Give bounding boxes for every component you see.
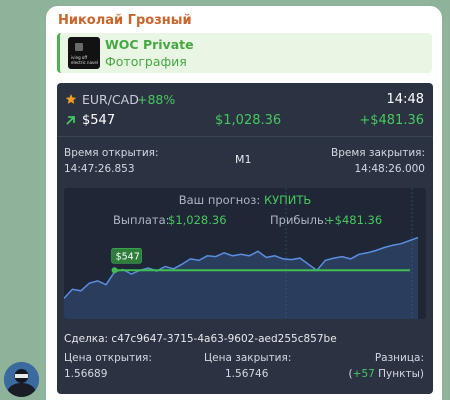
arrow-up-right-icon <box>66 116 75 125</box>
reply-thumbnail: iving off electric navel <box>68 37 100 69</box>
deal-id[interactable]: c47c9647-3715-4a63-9602-aed255c857be <box>111 333 336 345</box>
timeframe: M1 <box>235 153 252 166</box>
open-price-label: Цена открытия: <box>64 352 152 364</box>
chart-canvas: $547 <box>64 188 419 319</box>
reply-preview[interactable]: iving off electric navel WOC Private Фото… <box>57 33 432 73</box>
difference-value: (+57 Пункты) <box>349 368 424 380</box>
reply-title: WOC Private <box>105 37 194 52</box>
sender-name[interactable]: Николай Грозный <box>58 13 192 28</box>
divider <box>57 136 433 137</box>
reply-subtitle: Фотография <box>105 54 187 69</box>
close-price-label: Цена закрытия: <box>204 352 292 364</box>
price-chart: $547 Ваш прогноз: КУПИТЬ Выплата: $1,028… <box>64 188 426 319</box>
entry-marker-label: $547 <box>116 251 140 262</box>
open-time-value: 14:47:26.853 <box>64 163 135 175</box>
deal-label: Сделка: <box>64 333 109 345</box>
star-icon <box>65 94 77 104</box>
thumb-caption: iving off electric navel <box>71 55 98 65</box>
payout-label: Выплата: <box>113 213 170 227</box>
stake-amount: $547 <box>82 113 116 128</box>
forecast: Ваш прогноз: КУПИТЬ <box>64 193 426 207</box>
profit-label: Прибыль: <box>270 213 328 227</box>
difference-suffix: Пункты) <box>374 368 424 380</box>
deal-row: Сделка: c47c9647-3715-4a63-9602-aed255c8… <box>64 333 337 345</box>
trade-time: 14:48 <box>386 92 424 107</box>
close-time-value: 14:48:26.000 <box>354 163 425 175</box>
profit-value: +$481.36 <box>325 213 383 227</box>
pair-payout-percent: +88% <box>137 92 176 107</box>
thumb-glyph-icon <box>75 43 83 51</box>
profit-amount: +$481.36 <box>359 113 424 128</box>
forecast-value: КУПИТЬ <box>263 193 312 207</box>
avatar[interactable] <box>4 362 39 397</box>
close-time-label: Время закрытия: <box>330 147 425 159</box>
difference-label: Разница: <box>374 352 424 364</box>
close-price-value: 1.56746 <box>225 368 269 380</box>
trade-card[interactable]: EUR/CAD +88% 14:48 $547 $1,028.36 +$481.… <box>57 83 433 394</box>
entry-point <box>111 267 118 274</box>
forecast-label: Ваш прогноз: <box>178 193 261 207</box>
payout-amount: $1,028.36 <box>215 113 282 128</box>
open-price-value: 1.56689 <box>64 368 108 380</box>
difference-points: +57 <box>352 368 375 380</box>
payout-value: $1,028.36 <box>168 213 227 227</box>
user-silhouette-icon <box>4 362 39 397</box>
open-time-label: Время открытия: <box>64 147 159 159</box>
currency-pair: EUR/CAD <box>82 92 139 107</box>
